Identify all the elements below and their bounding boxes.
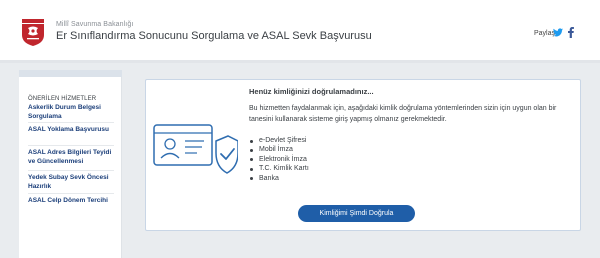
- twitter-icon[interactable]: [553, 28, 563, 37]
- list-item: Banka: [249, 174, 309, 183]
- sidebar-item-asal-yoklama[interactable]: ASAL Yoklama Başvurusu: [28, 125, 114, 134]
- id-card-shield-icon: [153, 124, 238, 174]
- sidebar-divider: [28, 145, 114, 146]
- ministry-name: Millî Savunma Bakanlığı: [56, 21, 134, 28]
- verification-methods-list: e-Devlet Şifresi Mobil İmza Elektronik İ…: [249, 136, 309, 183]
- sidebar-item-yedek-subay-sevk[interactable]: Yedek Subay Sevk Öncesi Hazırlık: [28, 173, 114, 191]
- sidebar-top-bar: [19, 70, 122, 77]
- header-divider: [0, 60, 600, 63]
- notice-description: Bu hizmetten faydalanmak için, aşağıdaki…: [249, 105, 557, 123]
- sidebar-divider: [28, 122, 114, 123]
- suggested-services-heading: ÖNERİLEN HİZMETLER: [28, 96, 97, 102]
- list-item: e-Devlet Şifresi: [249, 136, 309, 145]
- list-item: T.C. Kimlik Kartı: [249, 164, 309, 173]
- sidebar-item-asal-adres-bilgileri[interactable]: ASAL Adres Bilgileri Teyidi ve Güncellen…: [28, 148, 114, 166]
- list-item: Mobil İmza: [249, 145, 309, 154]
- list-item: Elektronik İmza: [249, 155, 309, 164]
- verify-identity-button[interactable]: Kimliğimi Şimdi Doğrula: [298, 205, 415, 222]
- service-title: Er Sınıflandırma Sonucunu Sorgulama ve A…: [56, 30, 372, 42]
- facebook-icon[interactable]: [568, 27, 574, 38]
- sidebar-divider: [28, 170, 114, 171]
- share-label: Paylaş: [534, 30, 556, 37]
- sidebar-item-askerlik-durum-belgesi[interactable]: Askerlik Durum Belgesi Sorgulama: [28, 103, 114, 121]
- notice-title: Henüz kimliğinizi doğrulamadınız...: [249, 87, 374, 96]
- sidebar-divider: [28, 193, 114, 194]
- ministry-logo-icon[interactable]: [22, 19, 44, 46]
- sidebar-item-asal-celp-donem[interactable]: ASAL Celp Dönem Tercihi: [28, 196, 114, 205]
